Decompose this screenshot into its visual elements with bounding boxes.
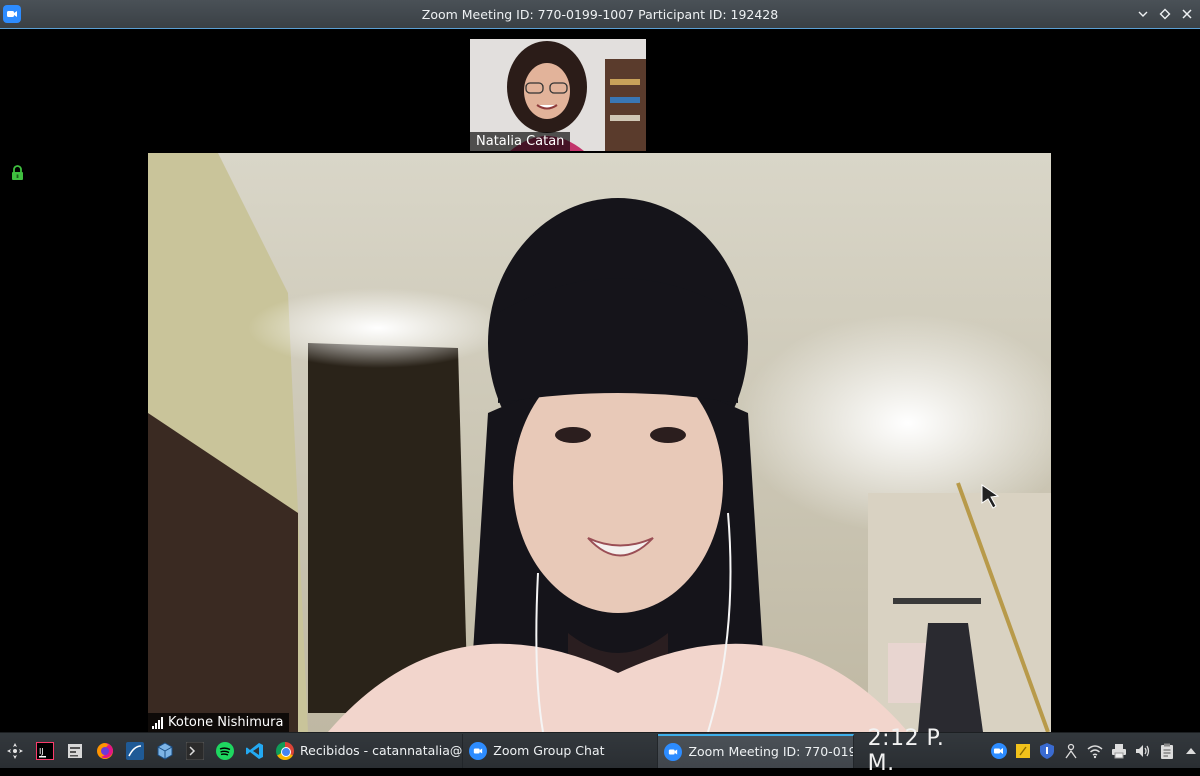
active-speaker-video[interactable]: Kotone Nishimura bbox=[148, 153, 1051, 732]
window-titlebar[interactable]: Zoom Meeting ID: 770-0199-1007 Participa… bbox=[0, 0, 1200, 29]
task-zoom-group-chat[interactable]: Zoom Group Chat bbox=[463, 733, 659, 768]
main-video-frame bbox=[148, 153, 1051, 732]
chrome-icon bbox=[276, 741, 294, 760]
main-participant-name-tag: Kotone Nishimura bbox=[148, 713, 290, 732]
volume-icon[interactable] bbox=[1134, 742, 1152, 760]
expand-tray-icon[interactable] bbox=[1182, 742, 1200, 760]
lock-icon[interactable] bbox=[11, 165, 24, 181]
maximize-diamond-icon[interactable] bbox=[1158, 6, 1172, 22]
window-title: Zoom Meeting ID: 770-0199-1007 Participa… bbox=[421, 6, 779, 22]
zoom-icon bbox=[664, 742, 683, 761]
sticky-notes-icon[interactable] bbox=[1014, 742, 1032, 760]
close-x-icon[interactable] bbox=[1180, 6, 1194, 22]
taskbar-launchers: IJ bbox=[0, 733, 270, 769]
task-label: Zoom Meeting ID: 770-0199-... bbox=[688, 744, 852, 759]
meeting-area: Natalia Catan Kotone Nishimura bbox=[0, 30, 1200, 732]
network-person-icon[interactable] bbox=[1062, 742, 1080, 760]
zoom-icon bbox=[469, 741, 488, 760]
task-gmail-chrome[interactable]: Recibidos - catannatalia@gm... bbox=[270, 733, 464, 768]
vscode-icon[interactable] bbox=[240, 733, 270, 769]
minimize-chevron-icon[interactable] bbox=[1136, 6, 1150, 22]
mysql-workbench-icon[interactable] bbox=[120, 733, 150, 769]
spotify-icon[interactable] bbox=[210, 733, 240, 769]
app-launcher-icon[interactable] bbox=[0, 733, 30, 769]
printer-icon[interactable] bbox=[1110, 742, 1128, 760]
task-zoom-meeting[interactable]: Zoom Meeting ID: 770-0199-... bbox=[658, 733, 854, 768]
taskbar: IJ Recibidos - catannatalia@gm... Zoom G… bbox=[0, 726, 1200, 776]
intellij-icon[interactable]: IJ bbox=[30, 733, 60, 769]
virtualbox-icon[interactable] bbox=[150, 733, 180, 769]
signal-strength-icon bbox=[152, 716, 163, 729]
system-monitor-icon[interactable] bbox=[60, 733, 90, 769]
vpn-shield-icon[interactable] bbox=[1038, 742, 1056, 760]
task-label: Recibidos - catannatalia@gm... bbox=[300, 743, 463, 758]
clipboard-icon[interactable] bbox=[1158, 742, 1176, 760]
task-label: Zoom Group Chat bbox=[493, 743, 605, 758]
participant-thumbnail-video[interactable]: Natalia Catan bbox=[470, 39, 646, 151]
thumbnail-participant-name: Natalia Catan bbox=[470, 132, 571, 151]
wifi-icon[interactable] bbox=[1086, 742, 1104, 760]
firefox-icon[interactable] bbox=[90, 733, 120, 769]
zoom-tray-icon[interactable] bbox=[990, 742, 1008, 760]
terminal-icon[interactable] bbox=[180, 733, 210, 769]
svg-text:IJ: IJ bbox=[39, 747, 44, 756]
taskbar-clock[interactable]: 2:12 P. M. bbox=[868, 726, 976, 776]
zoom-app-icon[interactable] bbox=[3, 5, 21, 23]
system-tray bbox=[990, 742, 1200, 760]
main-participant-name: Kotone Nishimura bbox=[168, 715, 284, 730]
